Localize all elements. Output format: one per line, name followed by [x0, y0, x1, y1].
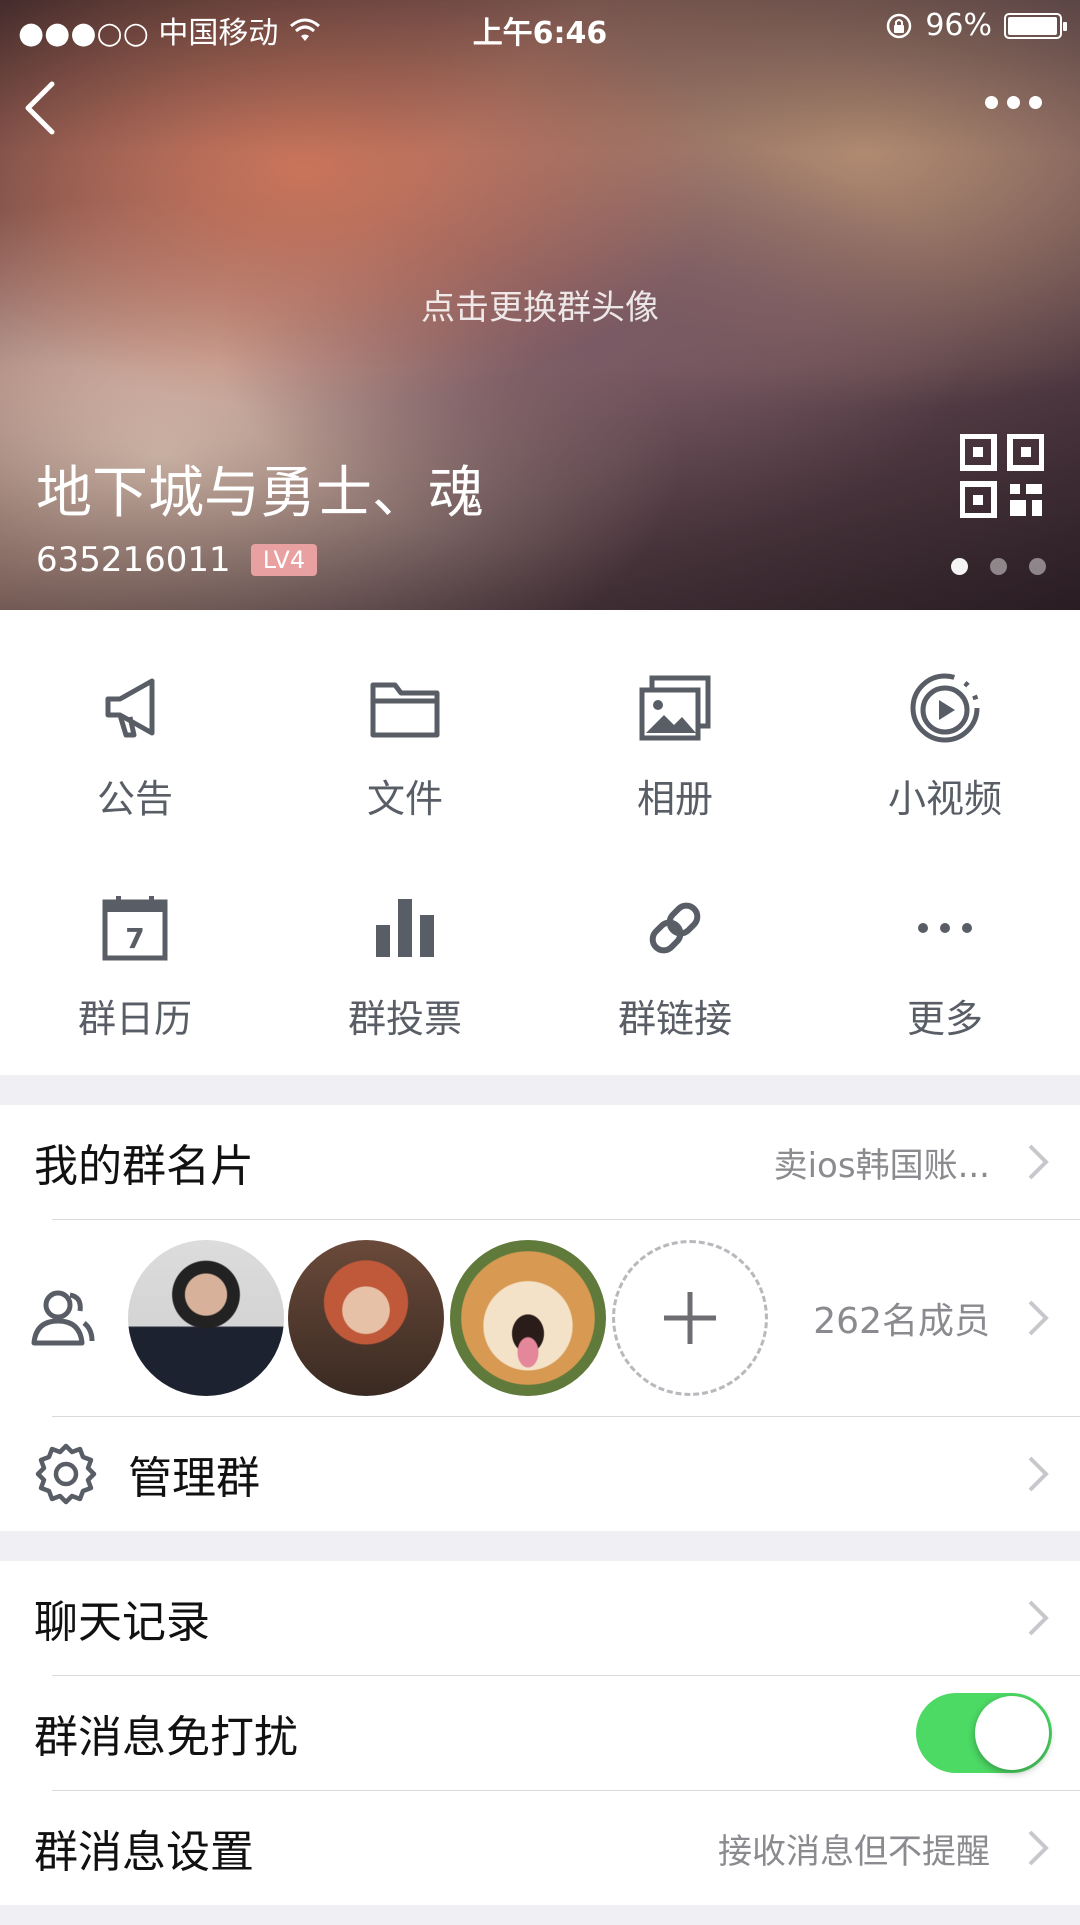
- feature-announcement[interactable]: 公告: [0, 668, 270, 888]
- feature-grid: 公告 文件 相册 小视频 7 群日历 群投票 群链接 更多: [0, 610, 1080, 1075]
- feature-album[interactable]: 相册: [540, 668, 810, 888]
- feature-vote[interactable]: 群投票: [270, 888, 540, 1108]
- change-avatar-hint[interactable]: 点击更换群头像: [0, 280, 1080, 329]
- do-not-disturb-toggle[interactable]: [916, 1693, 1052, 1773]
- feature-label: 相册: [636, 777, 713, 821]
- chevron-right-icon: [1028, 1600, 1049, 1636]
- qr-code-icon[interactable]: [960, 434, 1044, 518]
- back-icon[interactable]: [18, 78, 68, 138]
- feature-calendar[interactable]: 7 群日历: [0, 888, 270, 1108]
- chevron-right-icon: [1028, 1300, 1049, 1336]
- rotation-lock-icon: [887, 13, 912, 38]
- link-icon: [649, 902, 701, 954]
- group-card-title: 我的群名片: [34, 1141, 254, 1192]
- message-settings-value: 接收消息但不提醒: [718, 1831, 990, 1872]
- battery-icon: [1004, 12, 1067, 39]
- group-header-banner[interactable]: ●●●○○ 中国移动 上午6:46 96% 点击更换群头像 地下城与勇士、魂 6…: [0, 0, 1080, 610]
- feature-label: 公告: [96, 777, 173, 821]
- video-play-icon: [910, 673, 980, 743]
- feature-label: 群日历: [77, 997, 192, 1041]
- chat-settings-section: 聊天记录 群消息免打扰 群消息设置 接收消息但不提醒: [0, 1561, 1080, 1905]
- page-indicator: [951, 558, 1046, 575]
- level-badge: LV4: [250, 544, 318, 576]
- do-not-disturb-row: 群消息免打扰: [0, 1676, 1080, 1790]
- feature-label: 文件: [366, 777, 443, 821]
- message-settings-row[interactable]: 群消息设置 接收消息但不提醒: [0, 1791, 1080, 1905]
- member-avatar[interactable]: [450, 1240, 606, 1396]
- feature-more[interactable]: 更多: [810, 888, 1080, 1108]
- feature-link[interactable]: 群链接: [540, 888, 810, 1108]
- feature-label: 更多: [906, 997, 983, 1041]
- chat-history-title: 聊天记录: [34, 1597, 210, 1648]
- chevron-right-icon: [1028, 1830, 1049, 1866]
- calendar-icon: 7: [102, 896, 168, 961]
- message-settings-title: 群消息设置: [34, 1827, 254, 1878]
- group-card-row[interactable]: 我的群名片 卖ios韩国账...: [0, 1105, 1080, 1219]
- feature-files[interactable]: 文件: [270, 668, 540, 888]
- status-bar: ●●●○○ 中国移动 上午6:46 96%: [0, 0, 1080, 56]
- album-icon: [639, 675, 711, 741]
- megaphone-icon: [105, 678, 155, 738]
- manage-group-row[interactable]: 管理群: [0, 1417, 1080, 1531]
- group-name: 地下城与勇士、魂: [36, 461, 484, 526]
- group-info-section: 我的群名片 卖ios韩国账... 262名成员 管理群: [0, 1105, 1080, 1531]
- group-id-line: 635216011 LV4: [36, 540, 318, 580]
- chevron-right-icon: [1028, 1144, 1049, 1180]
- more-options-icon[interactable]: [985, 96, 1042, 109]
- folder-icon: [370, 682, 440, 738]
- bar-chart-icon: [376, 899, 434, 957]
- feature-label: 小视频: [887, 777, 1002, 821]
- members-icon: [31, 1290, 95, 1346]
- gear-icon: [35, 1443, 97, 1505]
- members-count: 262名成员: [813, 1301, 990, 1342]
- do-not-disturb-title: 群消息免打扰: [34, 1712, 298, 1763]
- feature-short-video[interactable]: 小视频: [810, 668, 1080, 888]
- chat-history-row[interactable]: 聊天记录: [0, 1561, 1080, 1675]
- group-id: 635216011: [36, 540, 231, 580]
- battery-percent: 96%: [925, 8, 992, 43]
- member-avatar[interactable]: [288, 1240, 444, 1396]
- members-row[interactable]: 262名成员: [0, 1220, 1080, 1416]
- more-dots-icon: [918, 923, 972, 933]
- chevron-right-icon: [1028, 1456, 1049, 1492]
- calendar-day: 7: [125, 922, 144, 955]
- manage-group-title: 管理群: [128, 1453, 260, 1504]
- member-avatar[interactable]: [128, 1240, 284, 1396]
- add-member-button[interactable]: [612, 1240, 768, 1396]
- feature-label: 群投票: [347, 997, 462, 1041]
- feature-label: 群链接: [617, 997, 732, 1041]
- plus-icon: [664, 1292, 716, 1344]
- group-card-value: 卖ios韩国账...: [773, 1145, 990, 1186]
